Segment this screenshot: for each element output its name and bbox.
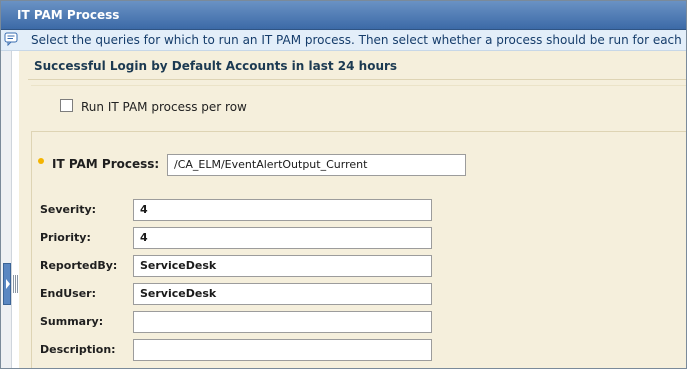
severity-label: Severity: <box>40 203 97 216</box>
description-input[interactable] <box>133 339 432 361</box>
enduser-label: EndUser: <box>40 287 96 300</box>
run-per-row-label: Run IT PAM process per row <box>81 100 247 114</box>
info-bar: Select the queries for which to run an I… <box>1 30 686 51</box>
titlebar: IT PAM Process <box>1 1 686 30</box>
window-title: IT PAM Process <box>17 8 120 22</box>
reportedby-label: ReportedBy: <box>40 259 118 272</box>
it-pam-process-window: IT PAM Process Select the queries for wh… <box>0 0 687 369</box>
reportedby-input[interactable]: ServiceDesk <box>133 255 432 277</box>
section-title: Successful Login by Default Accounts in … <box>34 59 398 73</box>
summary-label: Summary: <box>40 315 104 328</box>
left-trim <box>1 51 12 368</box>
collapse-panel-handle[interactable] <box>3 263 11 305</box>
priority-label: Priority: <box>40 231 91 244</box>
priority-input[interactable]: 4 <box>133 227 432 249</box>
run-per-row-checkbox[interactable] <box>60 99 73 112</box>
section-divider <box>28 79 686 80</box>
required-indicator-icon <box>38 158 44 164</box>
pam-process-input[interactable]: /CA_ELM/EventAlertOutput_Current <box>167 154 466 176</box>
summary-input[interactable] <box>133 311 432 333</box>
speech-bubble-icon <box>4 32 18 46</box>
description-label: Description: <box>40 343 116 356</box>
info-text: Select the queries for which to run an I… <box>31 33 687 47</box>
severity-input[interactable]: 4 <box>133 199 432 221</box>
enduser-input[interactable]: ServiceDesk <box>133 283 432 305</box>
pam-process-label: IT PAM Process: <box>52 157 160 171</box>
